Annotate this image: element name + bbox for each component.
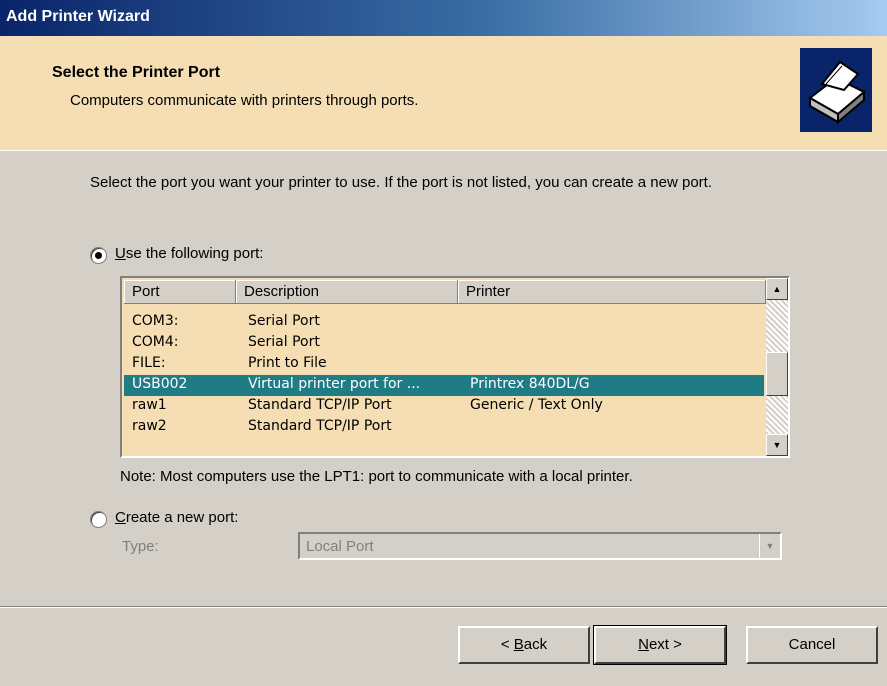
- wizard-header: Select the Printer Port Computers commun…: [0, 36, 887, 151]
- back-button[interactable]: < Back: [458, 626, 590, 664]
- column-header-printer[interactable]: Printer: [458, 280, 766, 304]
- page-subtitle: Computers communicate with printers thro…: [70, 92, 419, 109]
- header-divider: [0, 150, 887, 151]
- intro-text: Select the port you want your printer to…: [90, 174, 713, 191]
- scroll-up-icon[interactable]: ▲: [766, 278, 788, 300]
- column-header-port[interactable]: Port: [124, 280, 236, 304]
- printer-icon: [800, 48, 872, 132]
- use-following-port-radio[interactable]: [90, 247, 107, 264]
- type-label: Type:: [122, 538, 159, 555]
- port-type-value: Local Port: [306, 538, 374, 555]
- table-row[interactable]: COM3: Serial Port: [124, 312, 764, 333]
- scroll-down-icon[interactable]: ▼: [766, 434, 788, 456]
- ports-list-scrollbar[interactable]: ▲ ▼: [766, 278, 788, 456]
- port-type-select[interactable]: Local Port ▼: [298, 532, 782, 560]
- table-row[interactable]: FILE: Print to File: [124, 354, 764, 375]
- table-row[interactable]: raw2 Standard TCP/IP Port: [124, 417, 764, 438]
- scroll-thumb[interactable]: [766, 352, 788, 396]
- footer-divider-highlight: [0, 607, 887, 608]
- create-new-port-radio[interactable]: [90, 511, 107, 528]
- table-row[interactable]: raw1 Standard TCP/IP Port Generic / Text…: [124, 396, 764, 417]
- cancel-button[interactable]: Cancel: [746, 626, 878, 664]
- create-new-port-label[interactable]: Create a new port:: [115, 509, 238, 526]
- title-bar: Add Printer Wizard: [0, 0, 887, 36]
- column-header-description[interactable]: Description: [236, 280, 458, 304]
- table-row-selected[interactable]: USB002 Virtual printer port for ... Prin…: [124, 375, 764, 396]
- use-following-port-label[interactable]: Use the following port:: [115, 245, 263, 262]
- ports-list[interactable]: Port Description Printer COM3: Serial Po…: [120, 276, 790, 458]
- window-title: Add Printer Wizard: [6, 8, 150, 25]
- chevron-down-icon[interactable]: ▼: [759, 534, 780, 558]
- table-row[interactable]: COM4: Serial Port: [124, 333, 764, 354]
- note-text: Note: Most computers use the LPT1: port …: [120, 468, 633, 485]
- next-button[interactable]: Next >: [593, 625, 727, 665]
- page-title: Select the Printer Port: [52, 64, 221, 81]
